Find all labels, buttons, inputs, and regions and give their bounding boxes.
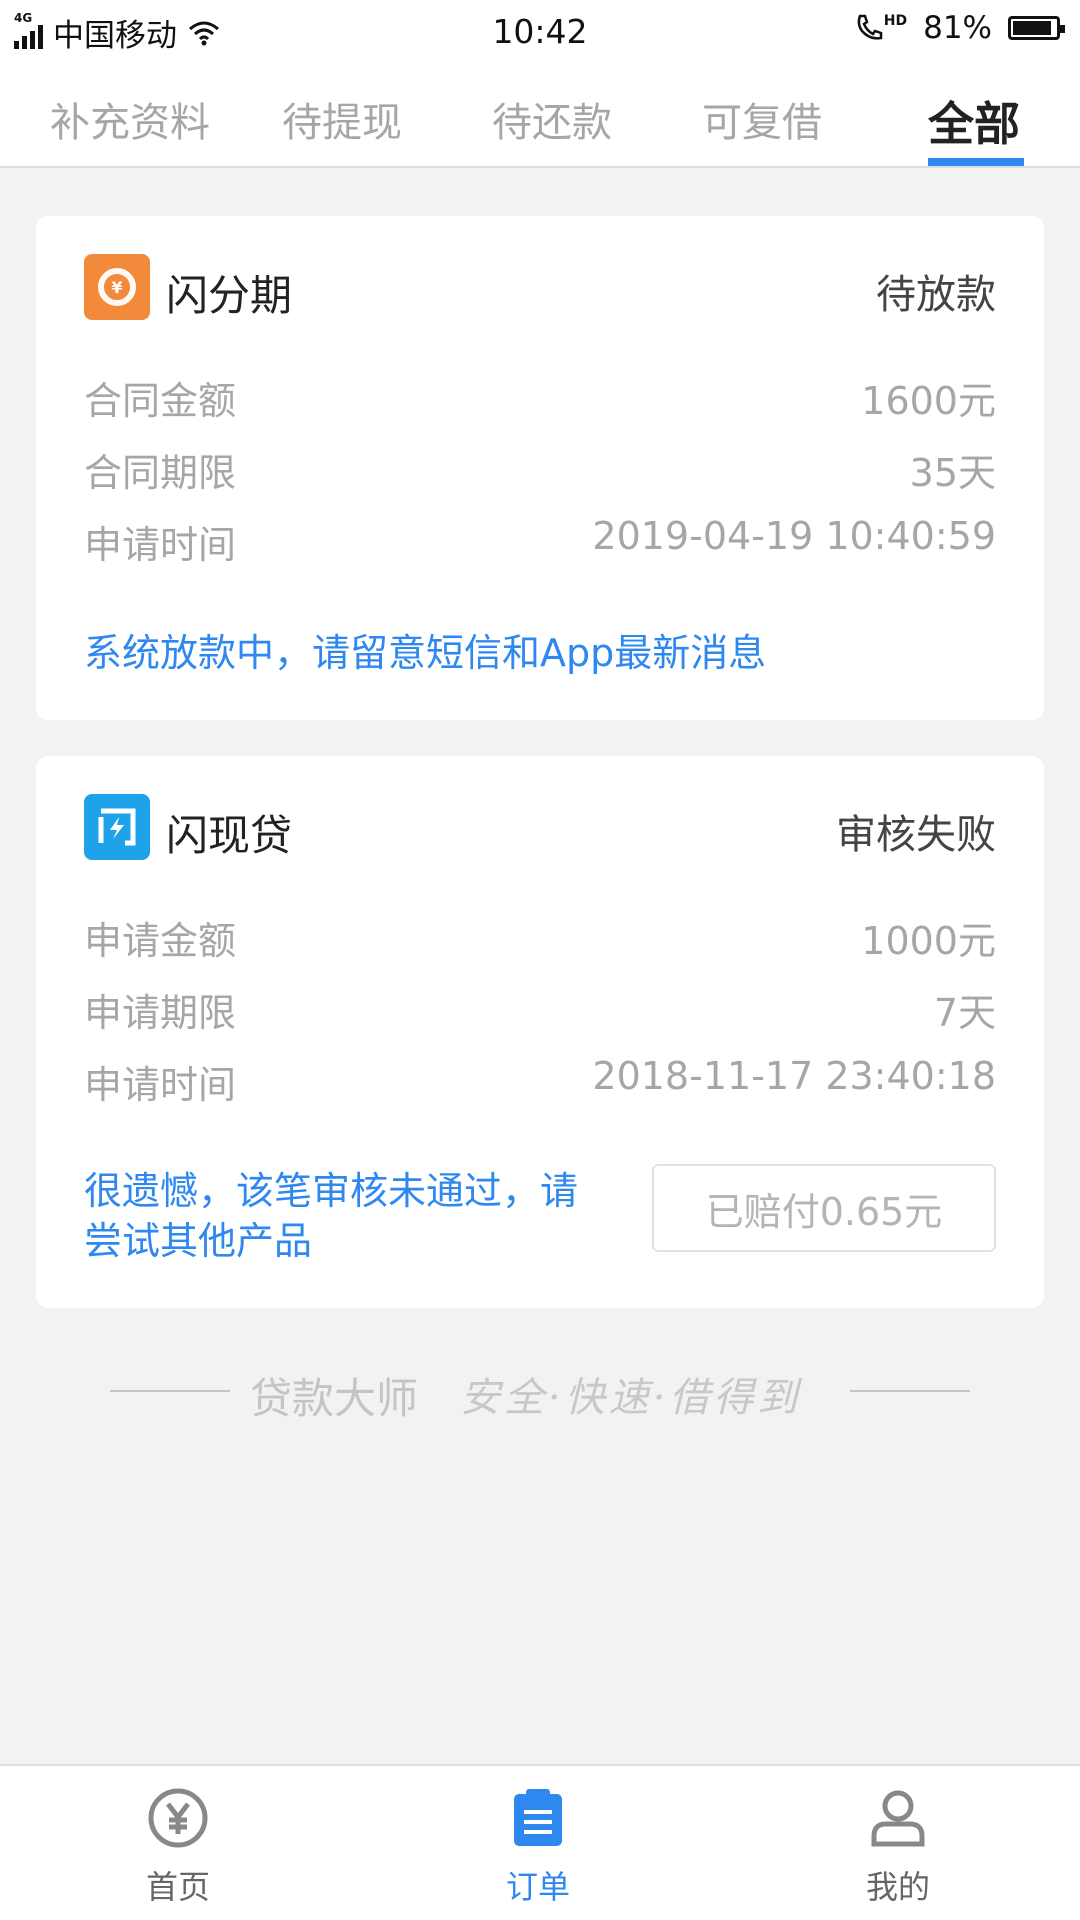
detail-label: 申请时间 (84, 523, 237, 567)
order-status: 待放款 (876, 272, 996, 318)
detail-row: 申请金额 1000元 (84, 910, 996, 963)
battery-icon (1008, 16, 1065, 40)
status-message-line: 尝试其他产品 (84, 1219, 313, 1263)
order-card[interactable]: 闪现贷 审核失败 申请金额 1000元 申请期限 7天 申请时间 2018-11… (36, 756, 1044, 1308)
detail-label: 合同金额 (84, 379, 237, 423)
detail-value: 35天 (909, 451, 996, 495)
detail-row: 申请时间 2019-04-19 10:40:59 (84, 514, 996, 567)
detail-label: 申请期限 (84, 991, 237, 1035)
brand-name: 贷款大师 (250, 1374, 419, 1423)
detail-value: 1600元 (861, 379, 996, 423)
tab-pending-withdraw[interactable]: 待提现 (282, 90, 402, 148)
clipboard-list-icon (514, 1789, 562, 1846)
divider (110, 1390, 230, 1392)
detail-row: 申请期限 7天 (84, 982, 996, 1035)
yuan-coin-logo-icon: ¥ (84, 254, 150, 320)
tab-all[interactable]: 全部 (928, 88, 1020, 154)
tab-supplement-info[interactable]: 补充资料 (50, 90, 210, 148)
detail-value: 2019-04-19 10:40:59 (592, 514, 996, 558)
nav-mine[interactable]: 我的 (798, 1786, 998, 1908)
status-message: 很遗憾，该笔审核未通过，请 尝试其他产品 (84, 1166, 578, 1266)
nav-orders[interactable]: 订单 (438, 1786, 638, 1908)
status-message-line: 很遗憾，该笔审核未通过，请 (84, 1169, 579, 1213)
product-name: 闪现贷 (166, 811, 293, 860)
brand-tagline: 安全·快速·借得到 (460, 1375, 802, 1421)
detail-label: 申请金额 (84, 919, 237, 963)
nav-label: 我的 (865, 1868, 930, 1906)
detail-value: 7天 (933, 991, 996, 1035)
person-icon (871, 1790, 925, 1847)
detail-row: 申请时间 2018-11-17 23:40:18 (84, 1054, 996, 1107)
detail-row: 合同期限 35天 (84, 442, 996, 495)
nav-home[interactable]: 首页 (78, 1786, 278, 1908)
tab-reborrow[interactable]: 可复借 (702, 90, 822, 148)
tab-pending-repay[interactable]: 待还款 (492, 90, 612, 148)
bottom-nav: 首页 订单 我的 (0, 1764, 1080, 1920)
status-bar: 4G 中国移动 10:42 HD 81% (0, 0, 1080, 60)
nav-label: 首页 (145, 1868, 210, 1906)
detail-row: 合同金额 1600元 (84, 370, 996, 423)
nav-label: 订单 (505, 1868, 570, 1906)
compensation-button[interactable]: 已赔付0.65元 (652, 1164, 996, 1252)
active-tab-indicator (928, 158, 1024, 166)
detail-value: 1000元 (861, 919, 996, 963)
call-icon: HD (854, 13, 907, 43)
status-right: HD 81% (854, 10, 1065, 46)
status-message: 系统放款中，请留意短信和App最新消息 (84, 631, 767, 675)
product-name: 闪分期 (166, 271, 293, 320)
detail-label: 合同期限 (84, 451, 237, 495)
battery-percent: 81% (923, 10, 992, 46)
order-tabs: 补充资料 待提现 待还款 可复借 全部 (0, 60, 1080, 168)
lightning-door-logo-icon (84, 794, 150, 860)
detail-value: 2018-11-17 23:40:18 (592, 1054, 996, 1098)
call-badge: HD (883, 13, 908, 29)
yuan-circle-icon (148, 1788, 208, 1848)
detail-label: 申请时间 (84, 1063, 237, 1107)
order-status: 审核失败 (836, 812, 996, 858)
divider (850, 1390, 970, 1392)
footer-slogan: 贷款大师 安全·快速·借得到 (110, 1365, 970, 1425)
order-card[interactable]: ¥ 闪分期 待放款 合同金额 1600元 合同期限 35天 申请时间 2019-… (36, 216, 1044, 720)
